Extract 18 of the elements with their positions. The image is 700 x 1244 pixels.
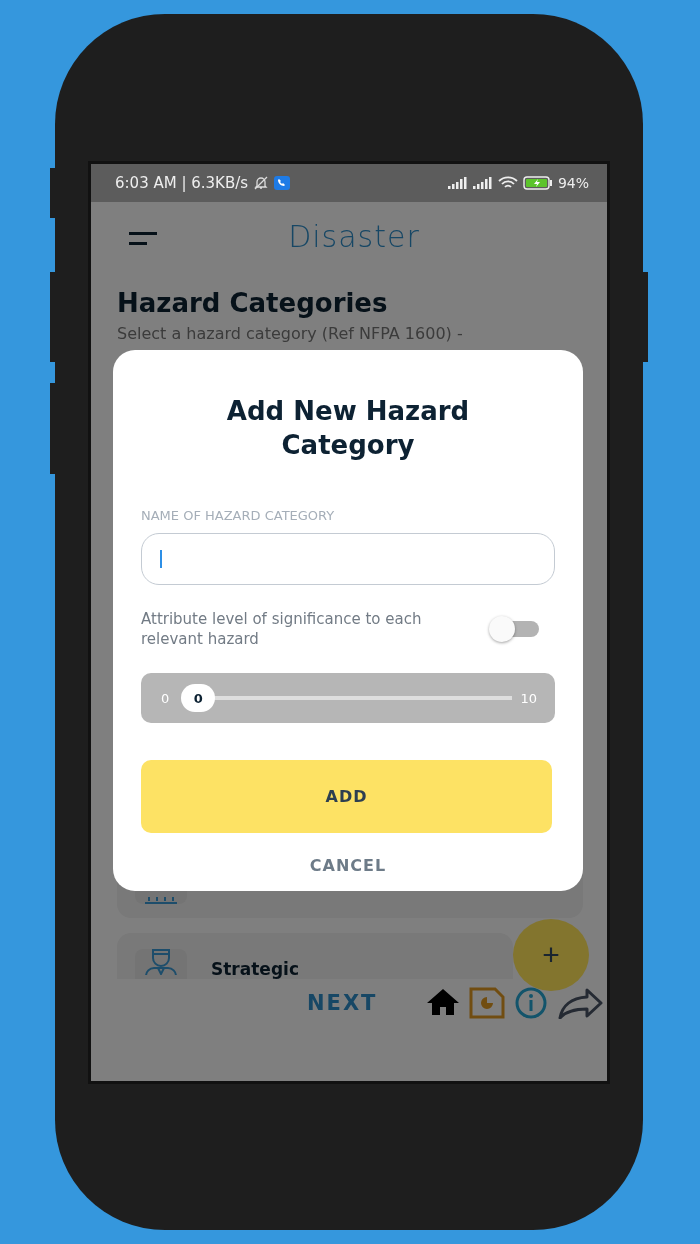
field-label: NAME OF HAZARD CATEGORY [141, 508, 336, 523]
slider-thumb[interactable]: 0 [181, 684, 216, 712]
slider-max: 10 [520, 690, 537, 706]
dialog-title: Add New Hazard Category [225, 395, 471, 462]
slider-track[interactable]: 0 [181, 684, 513, 712]
add-button[interactable]: ADD [141, 760, 552, 833]
slider-min: 0 [161, 690, 170, 706]
battery-percent: 94% [557, 175, 589, 191]
page-title: Hazard Categories [117, 288, 389, 318]
next-button[interactable]: NEXT [307, 987, 378, 1019]
add-fab[interactable]: + [513, 919, 589, 991]
app-title: Disaster [288, 218, 420, 254]
page-description: Select a hazard category (Ref NFPA 1600) - [117, 324, 464, 343]
category-label: Strategic [211, 959, 299, 979]
toggle-label: Attribute level of significance to each relevant hazard [141, 609, 423, 649]
category-card[interactable]: Strategic [117, 933, 513, 979]
status-time: 6:03 AM | 6.3KB/s [115, 174, 249, 192]
cancel-button[interactable]: CANCEL [303, 855, 393, 876]
